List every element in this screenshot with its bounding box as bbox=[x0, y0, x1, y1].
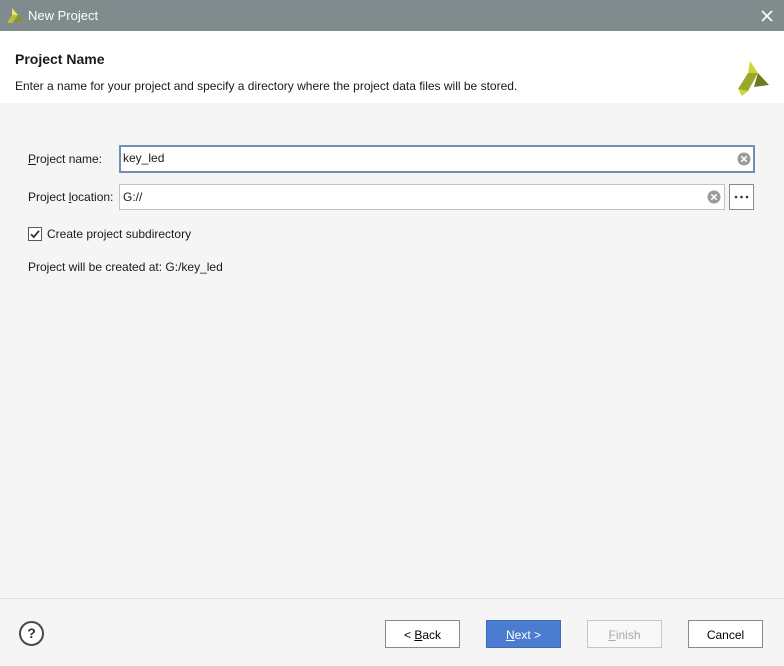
page-header: Project Name Enter a name for your proje… bbox=[0, 31, 784, 103]
project-location-value: G:// bbox=[123, 190, 143, 204]
project-location-label: Project location: bbox=[28, 190, 114, 204]
page-description: Enter a name for your project and specif… bbox=[15, 79, 518, 93]
clear-input-icon[interactable] bbox=[707, 190, 721, 204]
cancel-button[interactable]: Cancel bbox=[688, 620, 763, 648]
create-subdirectory-checkbox[interactable] bbox=[28, 227, 42, 241]
ellipsis-icon bbox=[734, 195, 749, 199]
project-name-input[interactable]: key_led bbox=[119, 145, 755, 173]
window-title: New Project bbox=[28, 8, 99, 23]
next-button[interactable]: Next > bbox=[486, 620, 561, 648]
browse-location-button[interactable] bbox=[729, 184, 754, 210]
create-subdirectory-label[interactable]: Create project subdirectory bbox=[47, 227, 191, 241]
project-path-preview: Project will be created at: G:/key_led bbox=[28, 260, 223, 274]
project-location-input[interactable]: G:// bbox=[119, 184, 725, 210]
brand-logo-icon bbox=[738, 61, 769, 96]
back-button[interactable]: < Back bbox=[385, 620, 460, 648]
checkmark-icon bbox=[30, 230, 40, 239]
clear-input-icon[interactable] bbox=[737, 152, 751, 166]
project-name-value: key_led bbox=[123, 151, 165, 165]
close-icon[interactable] bbox=[756, 5, 778, 27]
help-icon[interactable]: ? bbox=[19, 621, 44, 646]
title-bar: New Project bbox=[0, 0, 784, 31]
dialog-footer: ? < Back Next > Finish Cancel bbox=[0, 598, 784, 666]
project-name-label: Project name: bbox=[28, 152, 103, 166]
project-form: Project name: key_led Project location: … bbox=[0, 103, 784, 598]
finish-button[interactable]: Finish bbox=[587, 620, 662, 648]
page-title: Project Name bbox=[15, 51, 105, 67]
app-logo-icon bbox=[7, 8, 23, 23]
